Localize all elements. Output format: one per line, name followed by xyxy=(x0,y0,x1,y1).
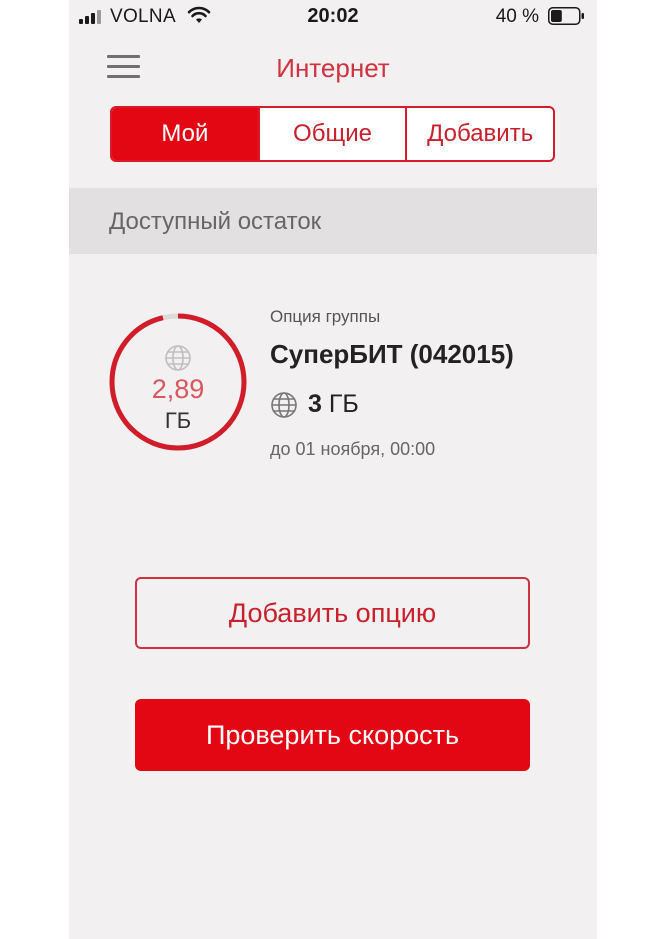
section-title: Доступный остаток xyxy=(109,208,322,235)
tab-add[interactable]: Добавить xyxy=(405,108,553,160)
battery-percent: 40 % xyxy=(495,6,539,27)
status-bar: VOLNA 20:02 40 % xyxy=(69,0,597,34)
section-header: Доступный остаток xyxy=(69,188,597,254)
tab-shared[interactable]: Общие xyxy=(257,108,406,160)
app-screen: VOLNA 20:02 40 % Интернет Мой Общие Доба… xyxy=(69,0,597,939)
option-volume-unit: ГБ xyxy=(328,390,359,418)
add-option-button[interactable]: Добавить опцию xyxy=(135,577,530,649)
page-title: Интернет xyxy=(276,53,390,83)
battery-icon xyxy=(548,7,584,25)
option-volume: 3 ГБ xyxy=(308,390,359,419)
option-valid-until: до 01 ноября, 00:00 xyxy=(270,439,436,459)
option-volume-amount: 3 xyxy=(308,390,322,418)
tab-my[interactable]: Мой xyxy=(112,108,258,160)
check-speed-button[interactable]: Проверить скорость xyxy=(135,699,530,771)
remaining-value: 2,89 xyxy=(151,374,205,404)
globe-icon xyxy=(165,345,191,371)
remaining-unit: ГБ xyxy=(164,408,192,433)
tab-bar: Мой Общие Добавить xyxy=(110,106,555,162)
globe-icon xyxy=(271,392,297,418)
option-name: СуперБИТ (042015) xyxy=(270,339,514,369)
option-group-label: Опция группы xyxy=(270,307,381,326)
